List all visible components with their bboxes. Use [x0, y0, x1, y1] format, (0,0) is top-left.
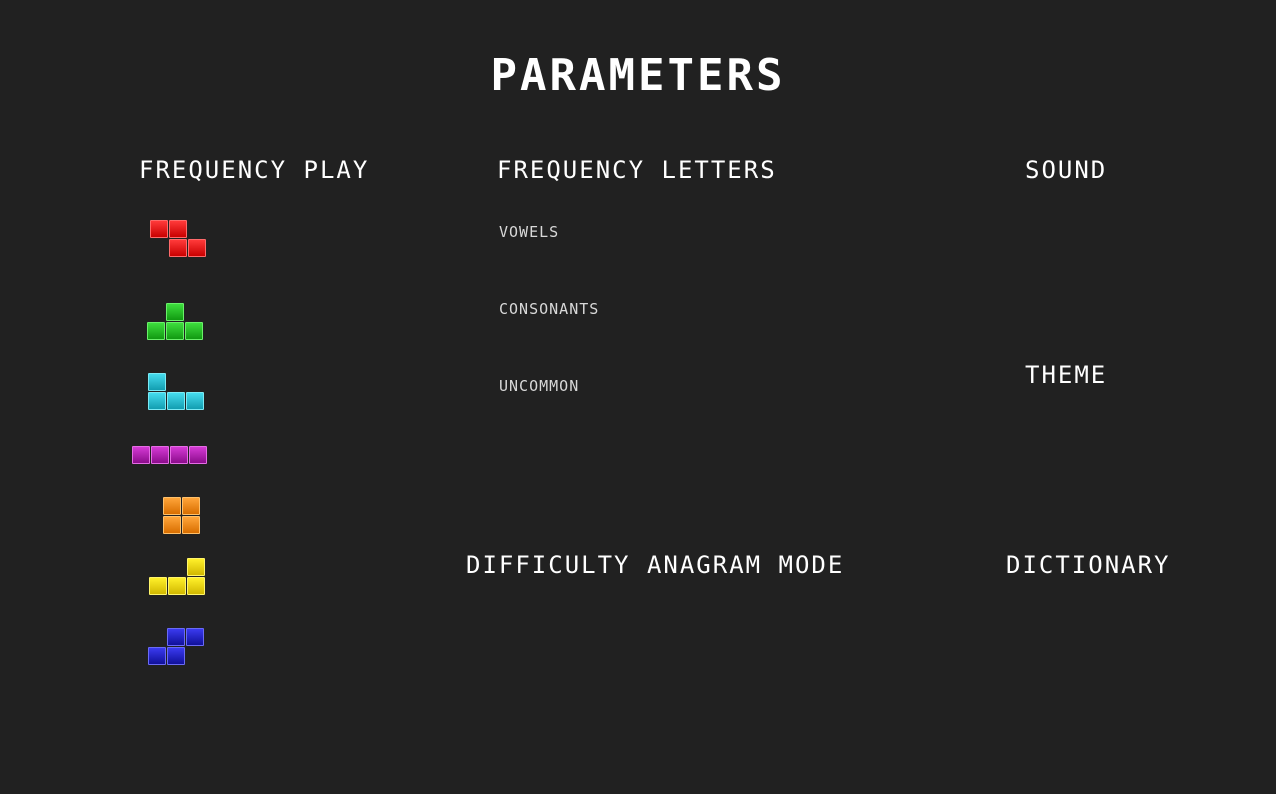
s-piece-icon[interactable] — [148, 628, 204, 665]
vowels-label: VOWELS — [499, 223, 560, 241]
i-piece-icon[interactable] — [132, 446, 207, 464]
theme-heading: THEME — [1025, 361, 1108, 389]
page-title: PARAMETERS — [490, 50, 786, 101]
uncommon-label: UNCOMMON — [499, 377, 580, 395]
frequency-letters-heading: FREQUENCY LETTERS — [497, 156, 777, 184]
j-piece-icon[interactable] — [148, 373, 204, 410]
consonants-label: CONSONANTS — [499, 300, 600, 318]
frequency-play-heading: FREQUENCY PLAY — [139, 156, 370, 184]
dictionary-heading: DICTIONARY — [1006, 551, 1171, 579]
l-piece-icon[interactable] — [149, 558, 205, 595]
difficulty-anagram-mode-heading: DIFFICULTY ANAGRAM MODE — [466, 551, 845, 579]
z-piece-icon[interactable] — [150, 220, 206, 257]
o-piece-icon[interactable] — [163, 497, 200, 534]
sound-heading: SOUND — [1025, 156, 1108, 184]
t-piece-icon[interactable] — [147, 303, 203, 340]
